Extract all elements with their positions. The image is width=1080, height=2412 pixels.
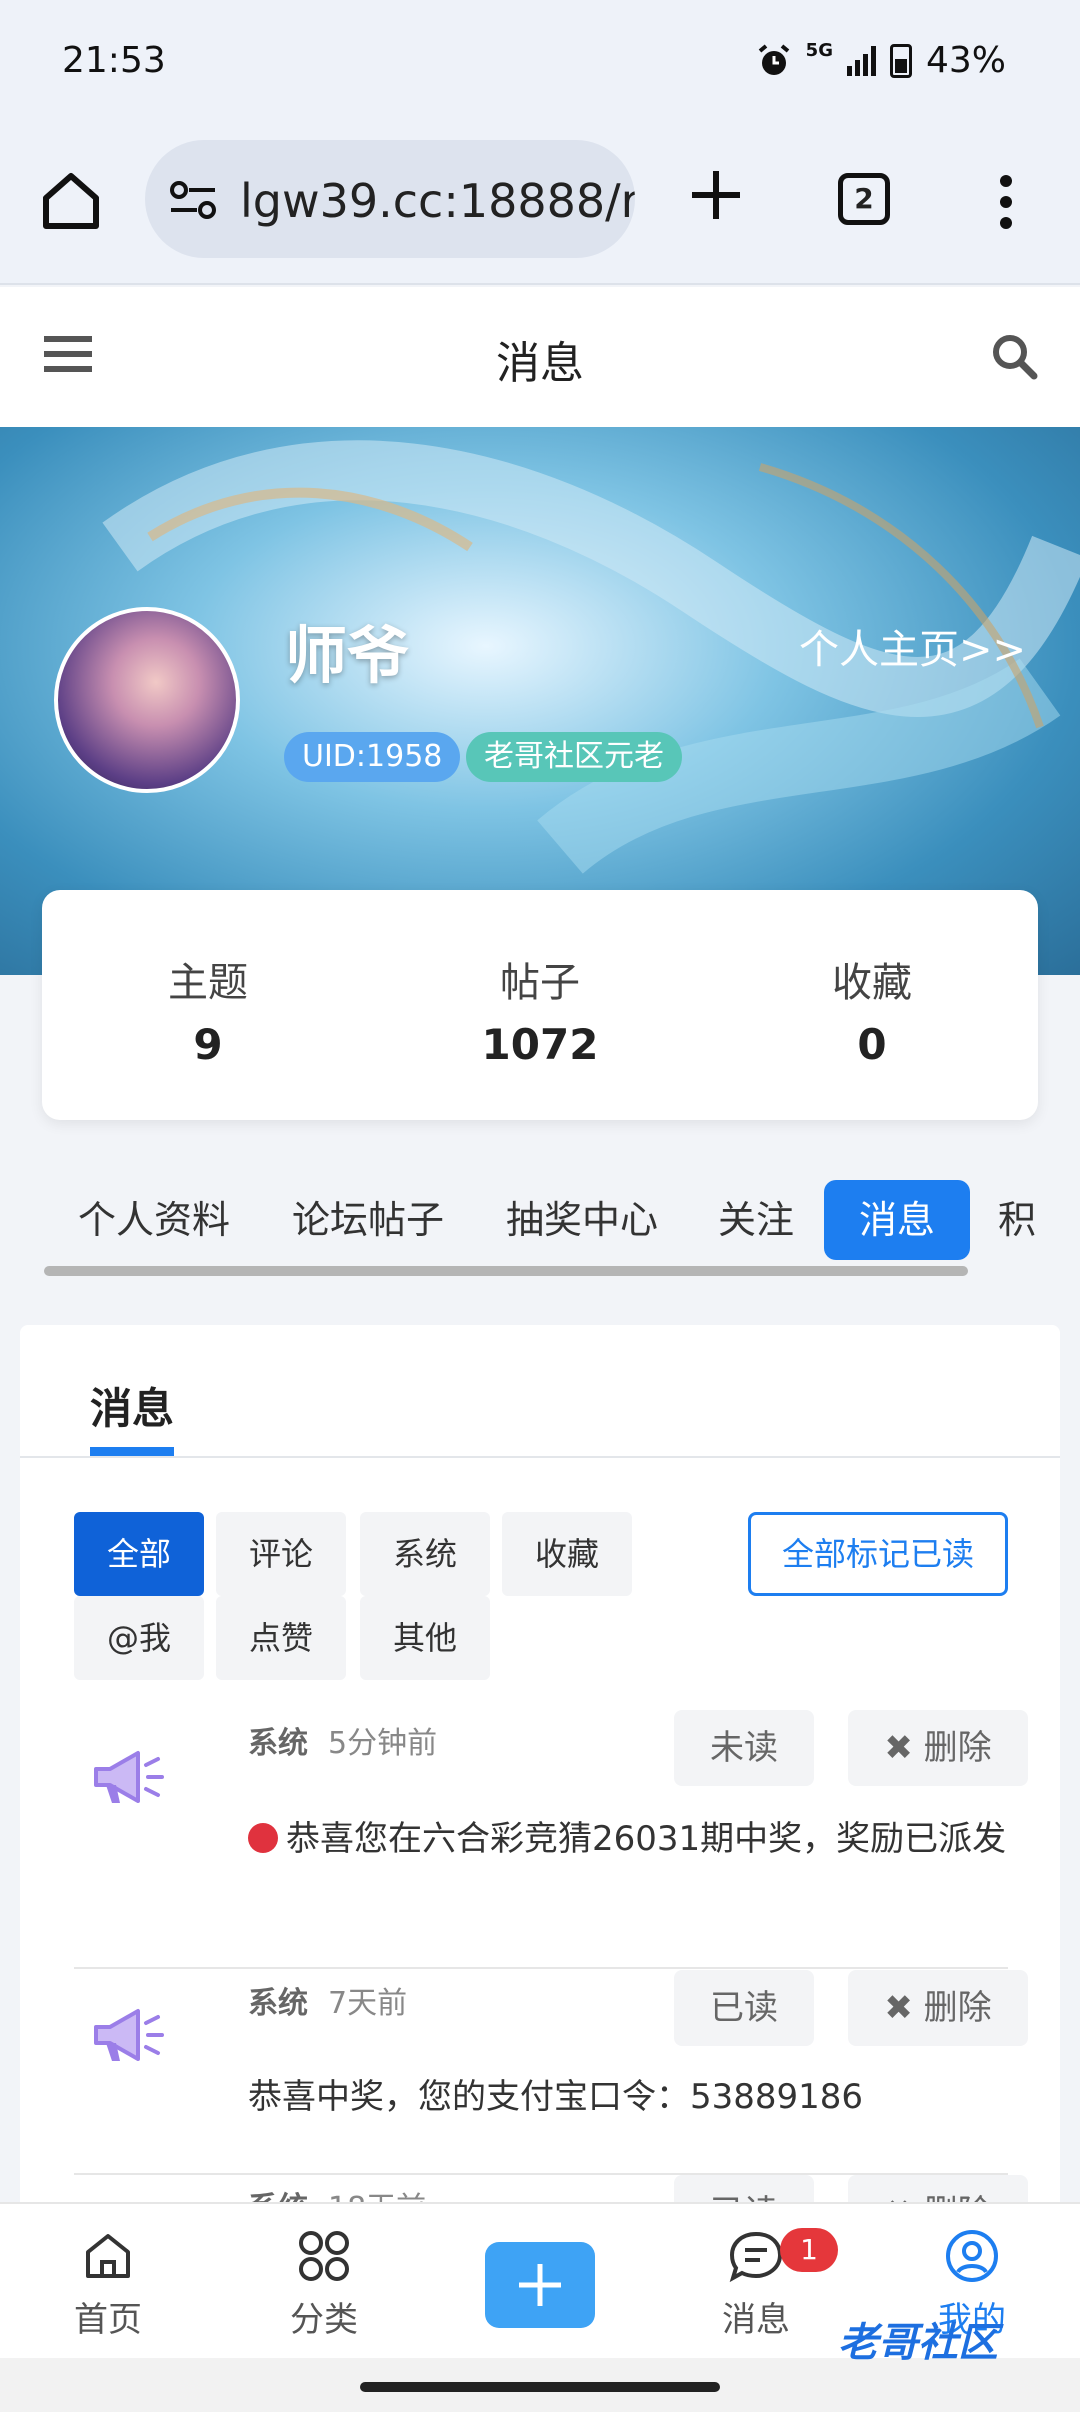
stat-label: 帖子	[500, 960, 580, 1006]
battery-percent: 43%	[925, 40, 1006, 81]
grid-icon	[299, 2231, 349, 2281]
rank-badge: 老哥社区元老	[466, 732, 682, 782]
browser-toolbar: lgw39.cc:18888/r 2	[0, 125, 1080, 285]
gesture-home-bar[interactable]	[360, 2382, 720, 2392]
delete-label: 删除	[923, 1988, 992, 2028]
filter-likes[interactable]: 点赞	[216, 1596, 346, 1680]
mark-all-read-button[interactable]: 全部标记已读	[748, 1512, 1008, 1596]
stat-topics[interactable]: 主题 9	[42, 890, 374, 1120]
nav-label: 分类	[290, 2300, 358, 2340]
message-item[interactable]: 系统 5分钟前 未读 ✖ 删除 恭喜您在六合彩竞猜26031期中奖，奖励已派发	[74, 1710, 1028, 1970]
message-text: 恭喜中奖，您的支付宝口令：53889186	[248, 2077, 864, 2117]
message-item[interactable]: 系统 7天前 已读 ✖ 删除 恭喜中奖，您的支付宝口令：53889186	[74, 1970, 1028, 2175]
message-count-badge: 1	[780, 2228, 838, 2272]
filter-favorites[interactable]: 收藏	[502, 1512, 632, 1596]
stat-label: 收藏	[832, 960, 912, 1006]
message-text: 恭喜您在六合彩竞猜26031期中奖，奖励已派发	[248, 1812, 1008, 1866]
alarm-icon	[758, 43, 789, 75]
stat-value: 1072	[481, 1020, 599, 1069]
page-title: 消息	[496, 338, 584, 389]
watermark-logo: 老哥社区	[838, 2320, 998, 2366]
tab-lottery[interactable]: 抽奖中心	[506, 1180, 658, 1260]
delete-button[interactable]: ✖ 删除	[848, 1970, 1028, 2046]
stats-card: 主题 9 帖子 1072 收藏 0	[42, 890, 1038, 1120]
delete-label: 删除	[923, 1728, 992, 1768]
close-icon: ✖	[884, 1728, 924, 1768]
messages-heading[interactable]: 消息	[90, 1375, 174, 1436]
nav-home[interactable]: 首页	[38, 2228, 178, 2341]
app-header: 消息	[0, 287, 1080, 427]
uid-badge: UID:1958	[284, 732, 461, 782]
stat-value: 9	[193, 1020, 223, 1069]
unread-status-button[interactable]: 未读	[674, 1710, 814, 1786]
message-time: 5分钟前	[328, 1726, 438, 1761]
filter-comments[interactable]: 评论	[216, 1512, 346, 1596]
nav-label: 首页	[74, 2300, 142, 2340]
tab-profile[interactable]: 个人资料	[78, 1180, 230, 1260]
message-time: 7天前	[328, 1986, 408, 2021]
avatar[interactable]	[54, 607, 240, 793]
more-menu-icon[interactable]	[996, 173, 1016, 231]
nav-label: 消息	[722, 2300, 790, 2340]
network-label: 5G	[805, 40, 833, 61]
tab-messages[interactable]: 消息	[824, 1180, 971, 1260]
signal-icon	[846, 45, 876, 76]
plus-icon	[519, 2264, 561, 2306]
site-settings-icon[interactable]	[169, 180, 217, 220]
message-source: 系统	[248, 1986, 308, 2021]
message-source: 系统	[248, 1726, 308, 1761]
homepage-link[interactable]: 个人主页>>	[799, 617, 1026, 675]
message-divider	[74, 1967, 1008, 1969]
unread-dot-icon	[248, 1823, 278, 1853]
url-text[interactable]: lgw39.cc:18888/r	[240, 174, 635, 228]
filter-mentions[interactable]: @我	[74, 1596, 204, 1680]
chat-bubble-icon	[729, 2231, 783, 2283]
filter-all[interactable]: 全部	[74, 1512, 204, 1596]
battery-icon	[889, 43, 912, 78]
create-post-button[interactable]	[485, 2242, 595, 2328]
profile-tabs: 个人资料 论坛帖子 抽奖中心 关注 消息 积	[0, 1180, 1080, 1276]
tabs-scrollbar[interactable]	[44, 1266, 968, 1276]
new-tab-icon[interactable]	[688, 167, 744, 223]
home-icon[interactable]	[40, 170, 102, 232]
address-bar[interactable]: lgw39.cc:18888/r	[145, 140, 635, 258]
home-icon	[86, 2234, 130, 2278]
tab-points[interactable]: 积	[998, 1180, 1036, 1260]
divider	[20, 1456, 1060, 1458]
stat-value: 0	[857, 1020, 887, 1069]
delete-button[interactable]: ✖ 删除	[848, 1710, 1028, 1786]
tab-forum-posts[interactable]: 论坛帖子	[292, 1180, 444, 1260]
stat-posts[interactable]: 帖子 1072	[374, 890, 706, 1120]
stat-favorites[interactable]: 收藏 0	[706, 890, 1038, 1120]
read-status-button[interactable]: 已读	[674, 1970, 814, 2046]
stat-label: 主题	[168, 960, 248, 1006]
status-icons: 5G 43%	[756, 40, 1006, 81]
megaphone-icon	[94, 1751, 164, 1803]
status-time: 21:53	[62, 40, 166, 81]
status-bar: 21:53 5G 43%	[0, 0, 1080, 125]
tab-follow[interactable]: 关注	[718, 1180, 794, 1260]
filter-system[interactable]: 系统	[360, 1512, 490, 1596]
filter-other[interactable]: 其他	[360, 1596, 490, 1680]
close-icon: ✖	[884, 1988, 924, 2028]
search-icon[interactable]	[990, 332, 1038, 380]
megaphone-icon	[94, 2009, 164, 2061]
user-circle-icon	[946, 2230, 998, 2282]
message-content: 恭喜您在六合彩竞猜26031期中奖，奖励已派发	[286, 1819, 1007, 1859]
nav-categories[interactable]: 分类	[254, 2228, 394, 2341]
tab-switcher-button[interactable]: 2	[838, 173, 890, 225]
username: 师爷	[285, 619, 410, 692]
